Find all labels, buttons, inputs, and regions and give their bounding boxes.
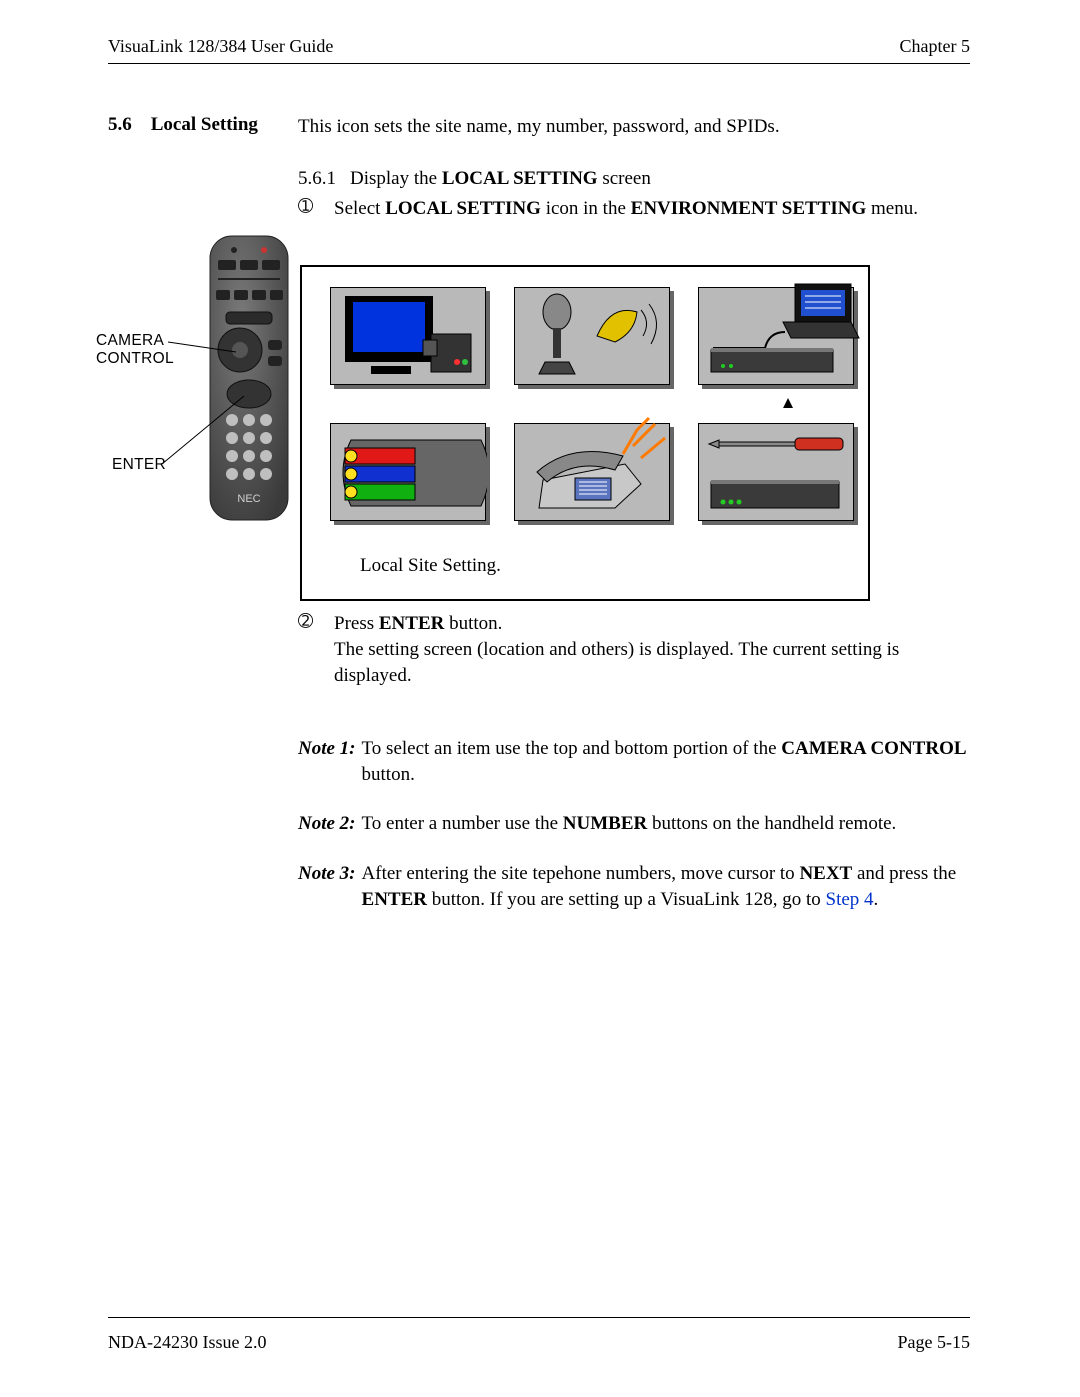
section-title: Local Setting: [151, 114, 258, 135]
step4-link[interactable]: Step 4: [826, 889, 874, 910]
selection-indicator-icon: ▲: [710, 393, 866, 413]
page-header: VisuaLink 128/384 User Guide Chapter 5: [108, 36, 970, 61]
laptop-modem-icon: [698, 287, 854, 385]
section-heading: 5.6 Local Setting: [108, 114, 298, 136]
monitor-camera-icon: [330, 287, 486, 385]
header-left: VisuaLink 128/384 User Guide: [108, 36, 333, 57]
step-marker-2: ➁: [298, 611, 324, 688]
footer-right: Page 5-15: [898, 1332, 970, 1353]
section-intro: This icon sets the site name, my number,…: [298, 114, 970, 140]
mic-speaker-icon: [514, 287, 670, 385]
step-marker-1: ➀: [298, 196, 324, 222]
menu-panel: ▲: [300, 265, 870, 601]
screwdriver-box-icon: [698, 423, 854, 521]
step-1: ➀ Select LOCAL SETTING icon in the ENVIR…: [298, 196, 970, 222]
note-3: Note 3: After entering the site tepehone…: [298, 861, 970, 912]
footer-left: NDA-24230 Issue 2.0: [108, 1332, 266, 1353]
header-right: Chapter 5: [900, 36, 970, 57]
rgb-cable-icon: [330, 423, 486, 521]
note-2: Note 2: To enter a number use the NUMBER…: [298, 811, 970, 837]
callout-lines-icon: [96, 234, 316, 534]
subsection-heading: 5.6.1 Display the LOCAL SETTING screen: [298, 168, 970, 190]
page-footer: NDA-24230 Issue 2.0 Page 5-15: [108, 1317, 970, 1353]
header-rule: [108, 63, 970, 64]
section-number: 5.6: [108, 114, 132, 135]
note-1: Note 1: To select an item use the top an…: [298, 736, 970, 787]
telephone-icon: [514, 423, 670, 521]
step-2: ➁ Press ENTER button. The setting screen…: [298, 611, 970, 688]
footer-rule: [108, 1317, 970, 1318]
panel-caption: Local Site Setting.: [360, 555, 850, 577]
